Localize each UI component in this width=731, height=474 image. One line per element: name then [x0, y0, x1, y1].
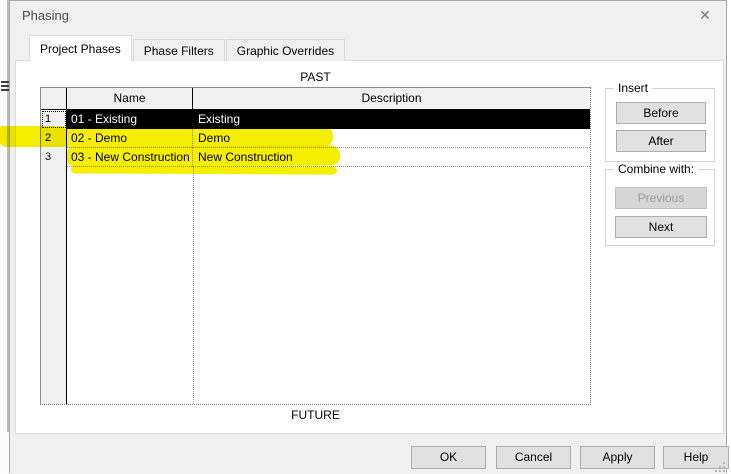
row-number-cell[interactable]: 3	[41, 148, 67, 167]
combine-with-group: Combine with: Previous Next	[605, 162, 715, 246]
table-row[interactable]: 3 03 - New Construction New Construction	[41, 148, 590, 167]
combine-previous-button: Previous	[615, 187, 707, 209]
insert-group: Insert Before After	[605, 81, 715, 162]
dialog-footer: OK Cancel Apply Help	[10, 434, 729, 474]
column-header-name[interactable]: Name	[67, 88, 193, 110]
cancel-button[interactable]: Cancel	[496, 446, 571, 469]
tab-strip: Project Phases Phase Filters Graphic Ove…	[29, 35, 346, 61]
combine-next-button[interactable]: Next	[615, 216, 707, 238]
row-header-gutter	[41, 167, 67, 404]
close-icon[interactable]: ✕	[690, 3, 720, 27]
tab-graphic-overrides[interactable]: Graphic Overrides	[225, 39, 346, 61]
phase-description-cell[interactable]: Existing	[193, 110, 590, 129]
phase-description-cell[interactable]: New Construction	[193, 148, 590, 167]
resize-grip-icon[interactable]	[713, 460, 725, 472]
project-phases-panel: PAST Name Description 1 01 - Existing Ex…	[15, 60, 724, 434]
insert-after-button[interactable]: After	[616, 130, 706, 152]
phasing-dialog: Phasing ✕ Project Phases Phase Filters G…	[9, 0, 729, 474]
ok-button[interactable]: OK	[411, 446, 486, 469]
title-bar: Phasing ✕	[10, 1, 726, 31]
combine-group-label: Combine with:	[614, 162, 699, 176]
header-corner-cell	[41, 88, 67, 110]
row-number-cell[interactable]: 2	[41, 129, 67, 148]
phase-name-cell[interactable]: 03 - New Construction	[67, 148, 193, 167]
table-row[interactable]: 2 02 - Demo Demo	[41, 129, 590, 148]
tab-phase-filters[interactable]: Phase Filters	[132, 39, 225, 61]
future-label: FUTURE	[291, 408, 340, 422]
phase-name-cell[interactable]: 01 - Existing	[67, 110, 193, 129]
dialog-title: Phasing	[22, 8, 69, 23]
table-row[interactable]: 1 01 - Existing Existing	[41, 110, 590, 129]
column-header-description[interactable]: Description	[193, 88, 590, 110]
column-divider	[193, 167, 194, 404]
apply-button[interactable]: Apply	[580, 446, 655, 469]
past-label: PAST	[300, 70, 331, 84]
insert-group-label: Insert	[614, 81, 653, 95]
row-number-cell[interactable]: 1	[41, 110, 67, 129]
phase-description-cell[interactable]: Demo	[193, 129, 590, 148]
phase-name-cell[interactable]: 02 - Demo	[67, 129, 193, 148]
insert-before-button[interactable]: Before	[616, 102, 706, 124]
phases-table: Name Description 1 01 - Existing Existin…	[40, 87, 591, 405]
tab-project-phases[interactable]: Project Phases	[29, 35, 132, 61]
